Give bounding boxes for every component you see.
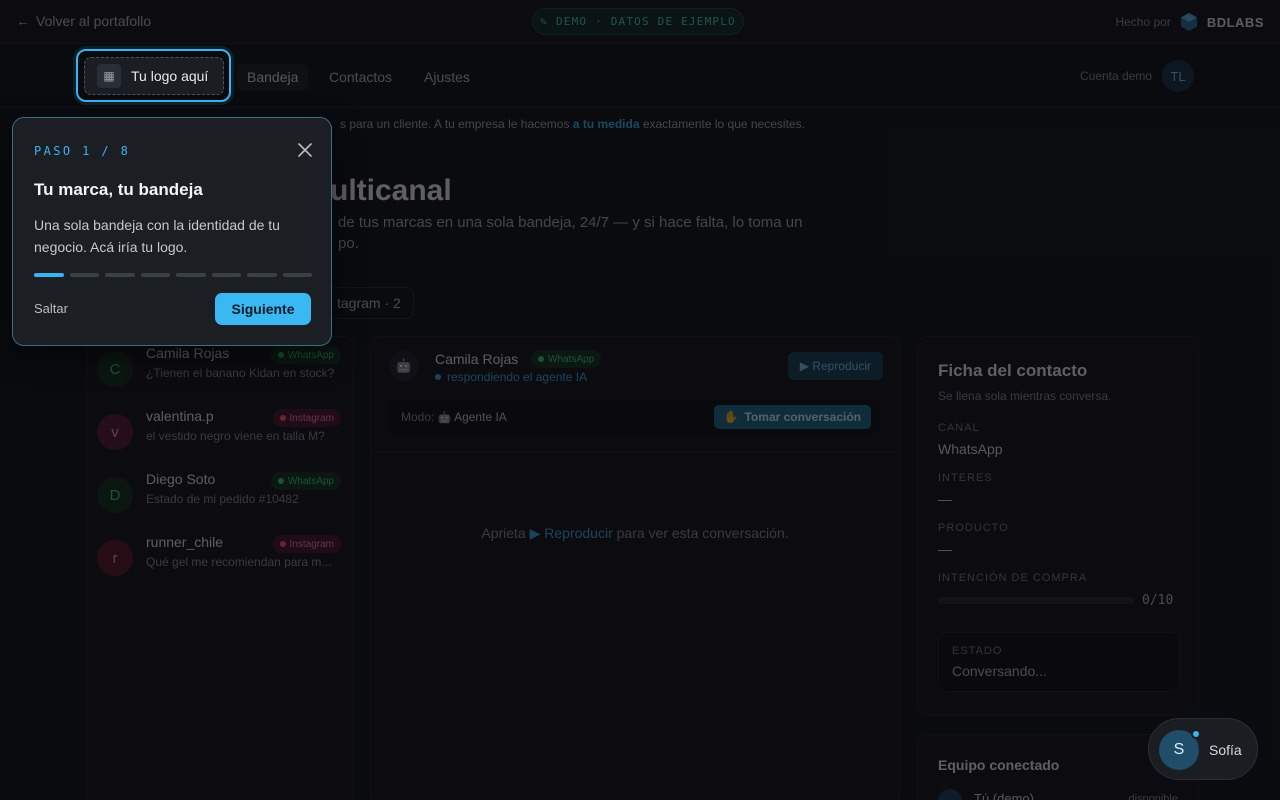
tab-ajustes[interactable]: Ajustes [414, 64, 480, 90]
tour-progress-segment [140, 273, 170, 277]
tour-body: Una sola bandeja con la identidad de tu … [34, 217, 280, 255]
logo-placeholder[interactable]: ▦ Tu logo aquí [84, 57, 224, 95]
page-subtitle: de tus marcas en una sola bandeja, 24/7 … [338, 214, 803, 252]
arrow-left-icon: ← [16, 13, 30, 29]
made-by: Hecho por BDLABS [1115, 12, 1264, 32]
main-nav: ▦ Tu logo aquí Bandeja Contactos Ajustes… [0, 44, 1280, 108]
mode-bar: Modo: 🤖 Agente IA ✋ Tomar conversación [389, 400, 881, 434]
channel-badge: Instagram [272, 535, 341, 553]
field-label: PRODUCTO [938, 522, 1009, 534]
tour-progress-segment [105, 273, 135, 277]
tour-progress-segment [247, 273, 277, 277]
tab-contactos[interactable]: Contactos [319, 64, 402, 90]
list-item[interactable]: v valentina.p Instagram el vestido negro… [97, 400, 345, 460]
contact-card: Ficha del contacto Se llena sola mientra… [917, 336, 1199, 716]
play-button[interactable]: ▶ Reproducir [787, 352, 883, 380]
channel-badge: WhatsApp [270, 472, 341, 490]
bdlabs-brand-link[interactable]: BDLABS [1207, 15, 1264, 30]
tour-progress-segment [34, 273, 64, 277]
tour-step-indicator: PASO 1 / 8 [34, 144, 131, 158]
tour-popover: PASO 1 / 8 Tu marca, tu bandeja Una sola… [12, 117, 332, 346]
tour-progress-segment [176, 273, 206, 277]
tour-progress-segment [282, 273, 312, 277]
play-link[interactable]: ▶ Reproducir [530, 525, 613, 541]
intent-value: 0/10 [1142, 593, 1174, 608]
intent-progress-bar [938, 597, 1134, 604]
chat-status: respondiendo el agente IA [435, 370, 587, 384]
estado-box: ESTADO Conversando... [938, 632, 1180, 692]
building-icon: ▦ [97, 64, 121, 88]
avatar [938, 789, 962, 800]
chat-panel: 🤖 Camila Rojas WhatsApp respondiendo el … [370, 336, 900, 800]
avatar: v [97, 414, 133, 450]
tour-progress-segment [211, 273, 241, 277]
agent-widget[interactable]: S Sofía [1148, 718, 1258, 780]
avatar: TL [1162, 60, 1194, 92]
bdlabs-logo-icon [1180, 13, 1197, 31]
field-value: — [938, 491, 952, 507]
tab-bandeja[interactable]: Bandeja [237, 64, 309, 90]
account-menu[interactable]: Cuenta demo TL [1080, 60, 1194, 92]
field-label: CANAL [938, 422, 980, 434]
pencil-icon: ✎ [540, 15, 548, 28]
back-to-portfolio-link[interactable]: ← Volver al portafollo [16, 13, 151, 29]
skip-button[interactable]: Saltar [34, 301, 68, 316]
field-value: — [938, 541, 952, 557]
close-icon[interactable] [295, 140, 315, 160]
top-bar: ← Volver al portafollo ✎ DEMO · DATOS DE… [0, 0, 1280, 44]
robot-icon: 🤖 [389, 351, 419, 381]
filter-instagram[interactable]: tagram · 2 [325, 287, 414, 319]
chat-header: 🤖 Camila Rojas WhatsApp respondiendo el … [371, 337, 899, 453]
chat-empty-state: Aprieta ▶ Reproducir para ver esta conve… [481, 525, 789, 541]
next-button[interactable]: Siguiente [215, 293, 311, 325]
list-item[interactable]: C Camila Rojas WhatsApp ¿Tienen el banan… [97, 337, 345, 397]
avatar: r [97, 540, 133, 576]
online-indicator [1191, 729, 1201, 739]
conversation-list: C Camila Rojas WhatsApp ¿Tienen el banan… [86, 336, 354, 800]
tour-progress-segment [69, 273, 99, 277]
list-item[interactable]: D Diego Soto WhatsApp Estado de mi pedid… [97, 463, 345, 523]
channel-badge: WhatsApp [531, 350, 602, 368]
field-label: INTERES [938, 472, 993, 484]
field-label: INTENCIÓN DE COMPRA [938, 572, 1088, 584]
demo-badge: ✎ DEMO · DATOS DE EJEMPLO [532, 8, 744, 35]
avatar: C [97, 351, 133, 387]
channel-badge: WhatsApp [270, 346, 341, 364]
banner-highlight: a tu medida [572, 117, 640, 131]
avatar: D [97, 477, 133, 513]
take-conversation-button[interactable]: ✋ Tomar conversación [713, 405, 871, 429]
list-item[interactable]: r runner_chile Instagram Qué gel me reco… [97, 526, 345, 586]
robot-icon: 🤖 [437, 412, 452, 424]
page-title: ulticanal [330, 174, 452, 207]
custom-banner: s para un cliente. A tu empresa le hacem… [340, 117, 805, 131]
tour-title: Tu marca, tu bandeja [34, 180, 203, 199]
hand-icon: ✋ [723, 410, 739, 424]
channel-badge: Instagram [272, 409, 341, 427]
field-value: WhatsApp [938, 441, 1003, 457]
tour-progress [34, 273, 312, 277]
